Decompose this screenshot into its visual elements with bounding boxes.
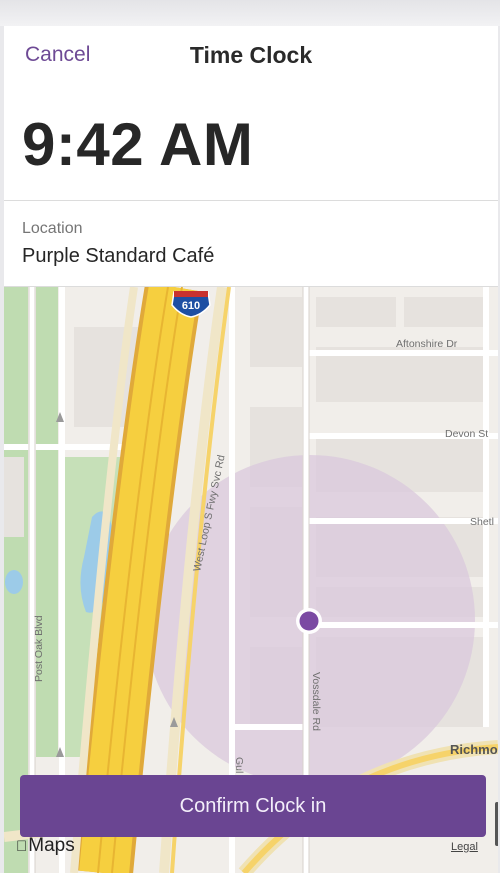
confirm-clock-in-button[interactable]: Confirm Clock in (20, 775, 486, 837)
apple-maps-logo:  Maps (16, 835, 75, 857)
scrollbar[interactable] (495, 802, 498, 846)
park-area (36, 287, 58, 757)
divider (4, 200, 498, 201)
maps-attribution: Maps (17, 835, 74, 856)
shield-number: 610 (182, 300, 200, 312)
street-label-post-oak: Post Oak Blvd (33, 615, 45, 682)
location-label: Location (22, 220, 83, 237)
location-value: Purple Standard Café (22, 245, 215, 267)
status-bar-area (0, 0, 500, 26)
legal-link[interactable]: Legal (451, 841, 478, 853)
time-clock-sheet: Cancel Time Clock 9:42 AM Location Purpl… (4, 26, 498, 873)
street-label-vossdale: Vossdale Rd (310, 672, 322, 731)
current-time: 9:42 AM (22, 111, 254, 178)
street-label-shetland: Shetl (470, 516, 494, 528)
apple-icon:  (16, 838, 27, 855)
street-label-gulf: Gul (233, 757, 245, 773)
header: Cancel Time Clock (4, 26, 498, 86)
street-label-devon: Devon St (445, 428, 488, 440)
location-pin (296, 608, 322, 634)
pond (5, 570, 23, 594)
street-label-richmond: Richmo (450, 742, 498, 757)
street-label-aftonshire: Aftonshire Dr (396, 338, 458, 350)
page-title: Time Clock (189, 42, 313, 68)
